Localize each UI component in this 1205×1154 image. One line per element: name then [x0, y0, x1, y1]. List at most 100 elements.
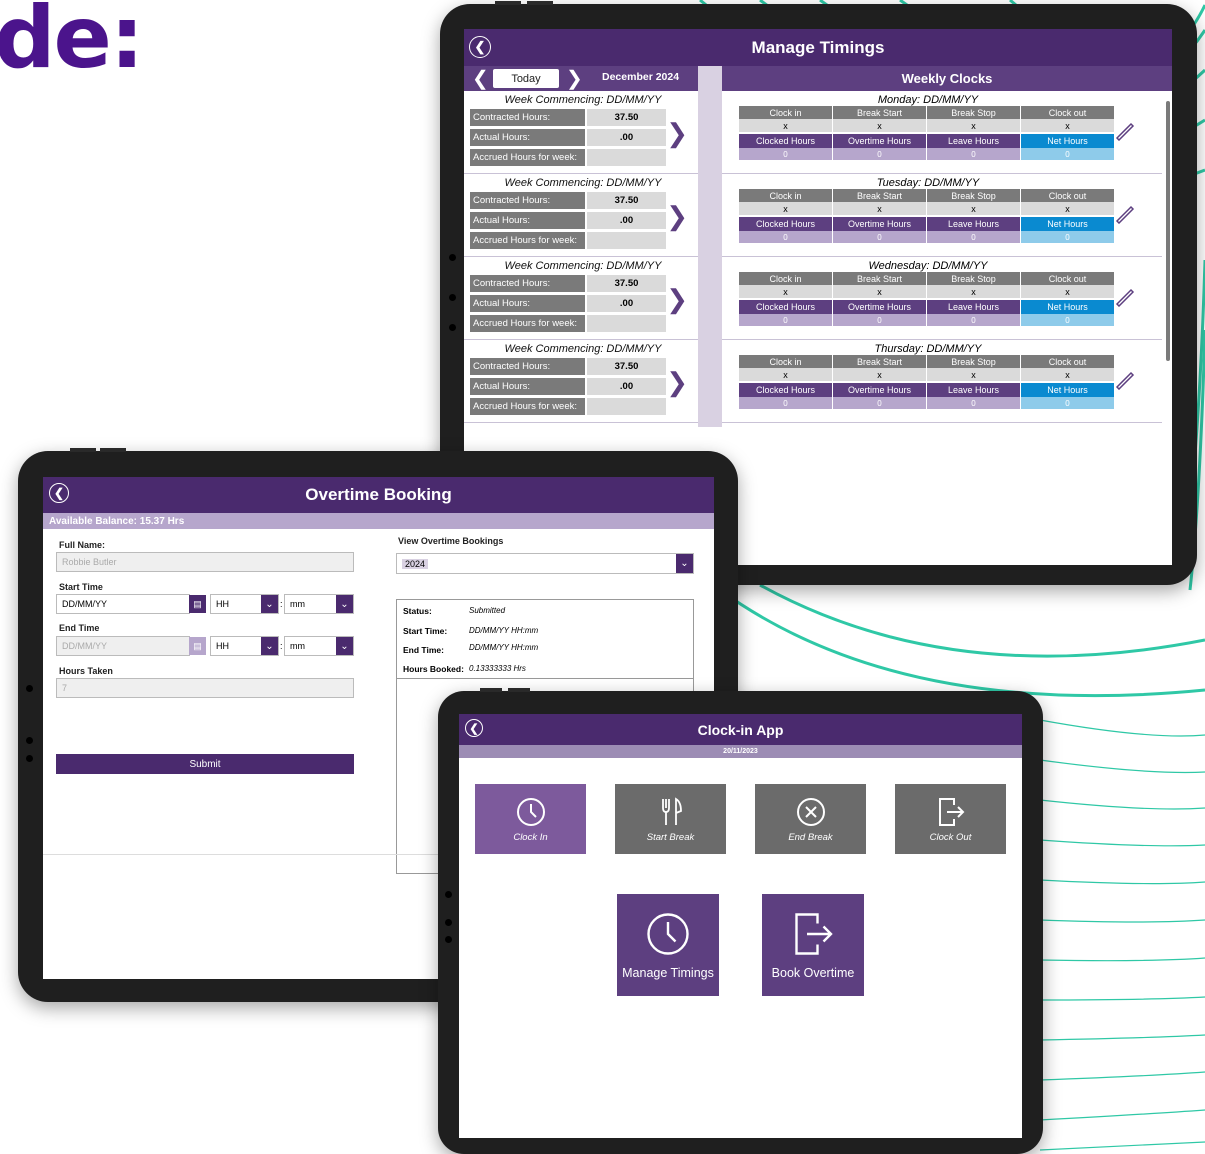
- clock-value: x: [739, 368, 832, 381]
- hours-value: 0: [739, 314, 832, 326]
- pencil-icon[interactable]: [1114, 202, 1136, 224]
- end-minute-value: mm: [290, 641, 305, 651]
- chevron-right-icon[interactable]: ❯: [666, 367, 688, 398]
- back-circle-icon[interactable]: ❮: [465, 719, 483, 737]
- clock-grid: Clock in Break Start Break Stop Clock ou…: [739, 189, 1162, 243]
- close-circle-icon: [796, 797, 825, 826]
- accrued-label: Accrued Hours for week:: [470, 232, 585, 249]
- chevron-down-icon[interactable]: ⌄: [261, 595, 278, 613]
- clock-out-tile[interactable]: Clock Out: [895, 784, 1006, 854]
- year-select[interactable]: 2024 ⌄: [396, 553, 694, 574]
- hours-header: Overtime Hours: [833, 134, 926, 148]
- week-item: Week Commencing: DD/MM/YY Contracted Hou…: [464, 340, 698, 423]
- chevron-down-icon[interactable]: ⌄: [336, 637, 353, 655]
- clock-value: x: [1021, 119, 1114, 132]
- clock-header: Clock in: [739, 189, 832, 202]
- time-separator: :: [280, 641, 283, 651]
- clock-value: x: [833, 202, 926, 215]
- day-title: Thursday: DD/MM/YY: [874, 343, 982, 355]
- calendar-icon[interactable]: ▤: [189, 637, 206, 655]
- day-item: Wednesday: DD/MM/YY Clock in Break Start…: [722, 257, 1162, 340]
- clockin-screen: ❮ Clock-in App 20/11/2023 Clock In Start…: [459, 714, 1022, 1138]
- clock-grid: Clock in Break Start Break Stop Clock ou…: [739, 355, 1162, 409]
- chevron-right-icon[interactable]: ❯: [566, 66, 583, 91]
- start-minute-select[interactable]: mm ⌄: [284, 594, 354, 614]
- accrued-label: Accrued Hours for week:: [470, 149, 585, 166]
- book-overtime-tile[interactable]: Book Overtime: [762, 894, 864, 996]
- today-button[interactable]: Today: [493, 69, 559, 88]
- camera-dot: [445, 919, 452, 926]
- pencil-icon[interactable]: [1114, 119, 1136, 141]
- fork-knife-icon: [661, 796, 682, 825]
- clock-value: x: [833, 368, 926, 381]
- chevron-down-icon[interactable]: ⌄: [336, 595, 353, 613]
- day-title: Wednesday: DD/MM/YY: [868, 260, 988, 272]
- clock-icon: [516, 797, 545, 826]
- clock-header: Break Start: [833, 189, 926, 202]
- chevron-left-icon[interactable]: ❮: [472, 66, 489, 91]
- camera-dot: [449, 294, 456, 301]
- clock-grid: Clock in Break Start Break Stop Clock ou…: [739, 106, 1162, 160]
- tablet-button: [508, 688, 530, 692]
- end-time-label: End Time: [59, 623, 100, 633]
- start-value: DD/MM/YY HH:mm: [469, 626, 539, 635]
- hours-value: 0: [739, 148, 832, 160]
- pencil-icon[interactable]: [1114, 285, 1136, 307]
- accrued-label: Accrued Hours for week:: [470, 398, 585, 415]
- start-hour-select[interactable]: HH ⌄: [210, 594, 279, 614]
- clock-value: x: [927, 202, 1020, 215]
- year-value: 2024: [402, 558, 429, 569]
- clock-header: Break Start: [833, 106, 926, 119]
- app-header: ❮ Overtime Booking: [43, 477, 714, 513]
- actual-value: .00: [587, 212, 666, 229]
- day-title: Monday: DD/MM/YY: [877, 94, 979, 106]
- camera-dot: [26, 737, 33, 744]
- week-list: Week Commencing: DD/MM/YY Contracted Hou…: [464, 91, 698, 423]
- clock-value: x: [739, 119, 832, 132]
- full-name-label: Full Name:: [59, 540, 106, 550]
- end-date-field[interactable]: DD/MM/YY: [56, 636, 190, 656]
- tablet-button: [495, 1, 521, 5]
- submit-button[interactable]: Submit: [56, 754, 354, 774]
- hours-header: Leave Hours: [927, 134, 1020, 148]
- tile-label: Manage Timings: [622, 966, 714, 980]
- clock-value: x: [927, 285, 1020, 298]
- full-name-field[interactable]: Robbie Butler: [56, 552, 354, 572]
- clock-value: x: [1021, 368, 1114, 381]
- clock-header: Clock in: [739, 272, 832, 285]
- manage-timings-tile[interactable]: Manage Timings: [617, 894, 719, 996]
- back-circle-icon[interactable]: ❮: [49, 483, 69, 503]
- start-date-field[interactable]: DD/MM/YY: [56, 594, 190, 614]
- chevron-down-icon[interactable]: ⌄: [261, 637, 278, 655]
- end-minute-select[interactable]: mm ⌄: [284, 636, 354, 656]
- clock-header: Clock in: [739, 106, 832, 119]
- contracted-label: Contracted Hours:: [470, 192, 585, 209]
- hours-taken-field[interactable]: 7: [56, 678, 354, 698]
- chevron-right-icon[interactable]: ❯: [666, 201, 688, 232]
- weekly-clocks-title: Weekly Clocks: [722, 66, 1172, 91]
- calendar-icon[interactable]: ▤: [189, 595, 206, 613]
- start-break-tile[interactable]: Start Break: [615, 784, 726, 854]
- actual-label: Actual Hours:: [470, 212, 585, 229]
- end-hour-select[interactable]: HH ⌄: [210, 636, 279, 656]
- scrollbar[interactable]: [1166, 101, 1170, 361]
- clock-header: Clock out: [1021, 189, 1114, 202]
- clock-in-tile[interactable]: Clock In: [475, 784, 586, 854]
- page-title: Manage Timings: [751, 37, 885, 57]
- hours-header: Leave Hours: [927, 300, 1020, 314]
- back-circle-icon[interactable]: ❮: [469, 36, 491, 58]
- time-separator: :: [280, 599, 283, 609]
- contracted-value: 37.50: [587, 358, 666, 375]
- pencil-icon[interactable]: [1114, 368, 1136, 390]
- chevron-right-icon[interactable]: ❯: [666, 118, 688, 149]
- chevron-right-icon[interactable]: ❯: [666, 284, 688, 315]
- divider-strip: [698, 66, 722, 91]
- net-hours-value: 0: [1021, 231, 1114, 243]
- sub-toolbar: ❮ Today ❯ December 2024 Weekly Clocks: [464, 66, 1172, 91]
- camera-dot: [445, 936, 452, 943]
- end-break-tile[interactable]: End Break: [755, 784, 866, 854]
- chevron-down-icon[interactable]: ⌄: [676, 554, 693, 573]
- hours-value: 0: [833, 397, 926, 409]
- page-title: Overtime Booking: [305, 485, 452, 504]
- camera-dot: [449, 324, 456, 331]
